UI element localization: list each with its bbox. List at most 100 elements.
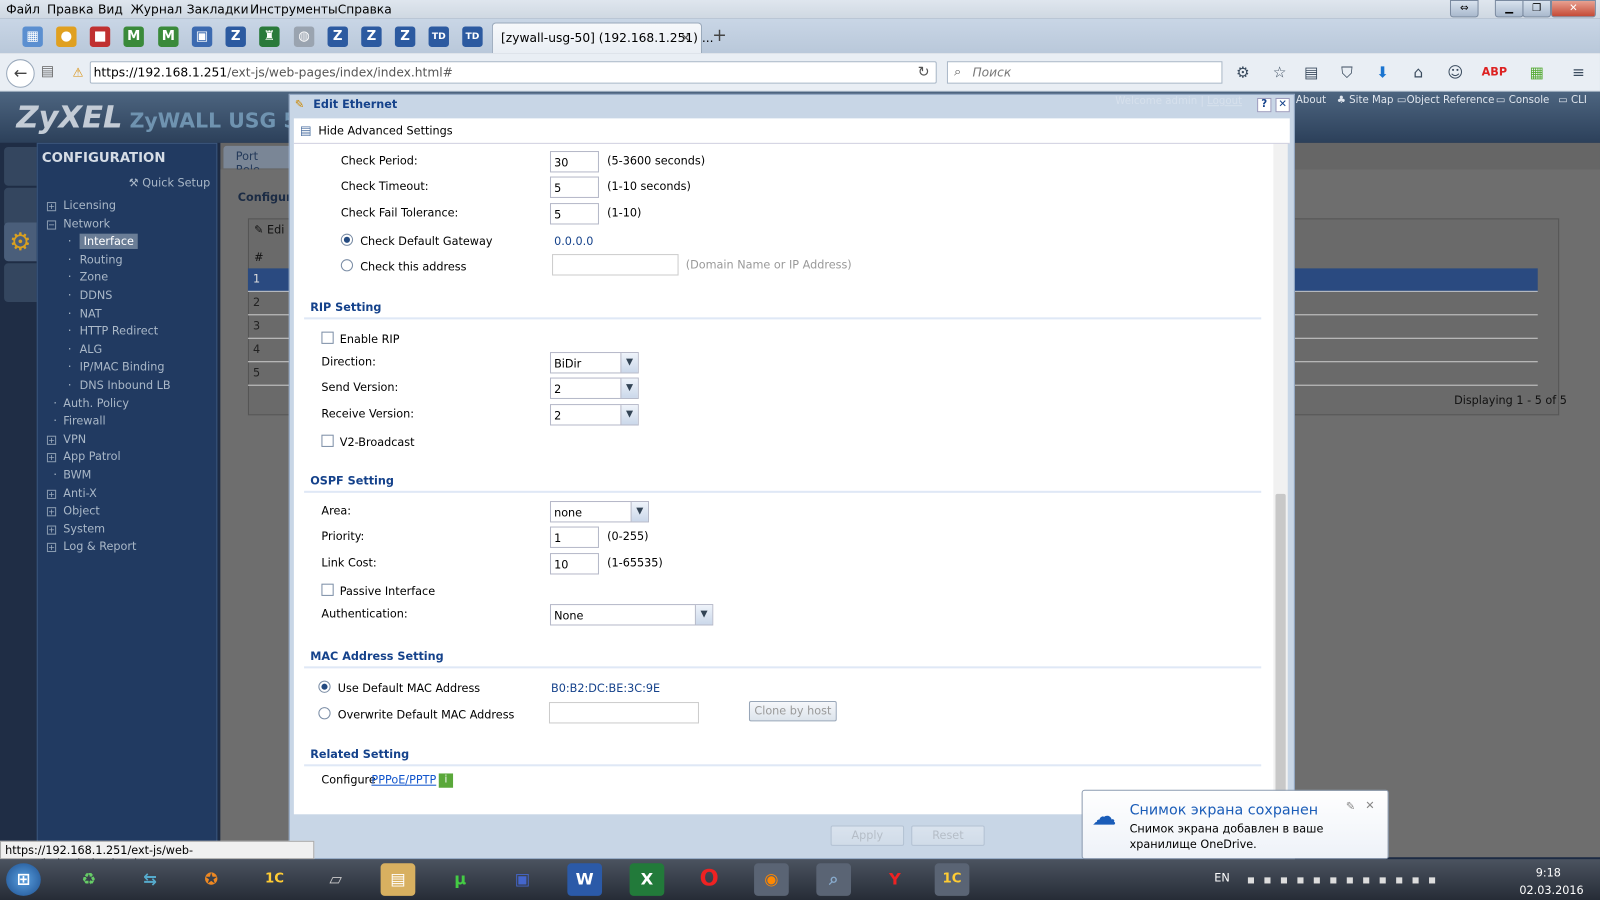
scrollbar-thumb[interactable] xyxy=(1275,493,1286,800)
chevron-down-icon[interactable]: ▼ xyxy=(694,605,713,625)
sidebar-item-dns-inbound-lb[interactable]: · DNS Inbound LB xyxy=(47,379,171,392)
app-tab-icon[interactable]: ■ xyxy=(89,26,111,47)
opera-icon[interactable]: O xyxy=(692,863,727,896)
app-tab-icon[interactable]: M xyxy=(123,26,144,47)
download-icon[interactable]: ⬇ xyxy=(1373,63,1391,81)
help-icon[interactable]: ? xyxy=(1257,97,1272,113)
menu-help[interactable]: Справка xyxy=(338,2,392,16)
app-icon[interactable]: ✪ xyxy=(194,863,229,896)
sidebar-item-ip-mac-binding[interactable]: · IP/MAC Binding xyxy=(47,361,165,374)
restore-tabs-icon[interactable]: ⇔ xyxy=(1449,0,1479,18)
check-address-input[interactable] xyxy=(552,254,679,276)
menu-history[interactable]: Журнал xyxy=(131,2,183,16)
monitor-tab-icon[interactable] xyxy=(4,187,37,227)
dialog-scrollbar[interactable] xyxy=(1273,143,1288,815)
expand-icon[interactable]: + xyxy=(46,453,57,463)
home-icon[interactable]: ⌂ xyxy=(1409,63,1427,81)
sidebar-item-interface[interactable]: · Interface xyxy=(47,233,139,250)
expand-icon[interactable]: + xyxy=(46,202,57,212)
pocket-icon[interactable]: ⛉ xyxy=(1338,63,1356,81)
top-link-object-reference[interactable]: ▭Object Reference xyxy=(1397,95,1495,106)
language-indicator[interactable]: EN xyxy=(1214,871,1229,884)
clock-time[interactable]: 9:18 xyxy=(1536,866,1561,879)
close-window-button[interactable]: ✕ xyxy=(1551,0,1596,18)
menu-file[interactable]: Файл xyxy=(6,2,40,16)
close-notification-icon[interactable]: ✕ xyxy=(1365,799,1374,812)
expand-icon[interactable]: + xyxy=(46,435,57,445)
use-default-mac-radio[interactable] xyxy=(318,680,331,693)
sidebar-item-system[interactable]: + System xyxy=(46,522,105,536)
menu-view[interactable]: Вид xyxy=(98,2,123,16)
quick-setup-link[interactable]: ⚒ Quick Setup xyxy=(129,177,211,190)
close-tab-icon[interactable]: ✕ xyxy=(681,31,691,45)
check-default-gateway-radio[interactable] xyxy=(340,233,354,246)
overwrite-mac-input[interactable] xyxy=(548,702,699,724)
chevron-down-icon[interactable]: ▼ xyxy=(620,353,638,373)
teamviewer-icon[interactable]: ⇆ xyxy=(133,863,168,896)
top-link-console[interactable]: ▭ Console xyxy=(1496,95,1549,106)
tray-icons[interactable]: ▪▪▪▪▪▪▪▪▪▪▪▪ xyxy=(1247,872,1445,886)
app-tab-icon[interactable]: Z xyxy=(225,26,246,47)
hide-advanced-settings-button[interactable]: Hide Advanced Settings xyxy=(318,124,452,137)
minimize-button[interactable]: ▁ xyxy=(1494,0,1524,18)
app-tab-icon[interactable]: ● xyxy=(56,26,77,47)
chevron-down-icon[interactable]: ▼ xyxy=(620,405,638,425)
app-tab-icon[interactable]: ▣ xyxy=(191,26,213,47)
app-tab-icon[interactable]: Z xyxy=(327,26,348,47)
collapse-icon[interactable]: − xyxy=(46,219,57,230)
link-cost-input[interactable]: 10 xyxy=(549,553,599,575)
utorrent-icon[interactable]: µ xyxy=(443,863,478,896)
app-tab-icon[interactable]: M xyxy=(158,26,179,47)
check-timeout-input[interactable]: 5 xyxy=(549,176,599,198)
sidebar-item-auth-policy[interactable]: · Auth. Policy xyxy=(47,397,129,410)
word-icon[interactable]: W xyxy=(567,863,603,896)
check-this-address-radio[interactable] xyxy=(340,259,354,272)
v2-broadcast-checkbox[interactable] xyxy=(321,434,334,447)
expand-icon[interactable]: + xyxy=(46,489,57,499)
priority-input[interactable]: 1 xyxy=(549,526,599,548)
sidebar-item-bwm[interactable]: · BWM xyxy=(47,468,91,481)
maximize-button[interactable]: ❐ xyxy=(1522,0,1552,18)
bookmark-star-icon[interactable]: ☆ xyxy=(1270,63,1288,81)
start-button[interactable]: ⊞ xyxy=(6,863,41,896)
sidebar-item-licensing[interactable]: + Licensing xyxy=(46,199,116,212)
expand-icon[interactable]: + xyxy=(46,507,57,517)
app-tab-icon[interactable]: Z xyxy=(361,26,382,47)
floppy-icon[interactable]: ▣ xyxy=(505,863,540,896)
enable-rip-checkbox[interactable] xyxy=(321,331,334,344)
top-link-site-map[interactable]: ♣ Site Map xyxy=(1337,95,1394,106)
back-button[interactable]: ← xyxy=(6,59,35,88)
edit-button[interactable]: ✎ Edi xyxy=(254,223,284,236)
expand-icon[interactable]: + xyxy=(46,543,57,553)
menu-bookmarks[interactable]: Закладки xyxy=(187,2,249,16)
sidebar-item-http-redirect[interactable]: · HTTP Redirect xyxy=(47,325,158,338)
sidebar-item-zone[interactable]: · Zone xyxy=(47,271,108,284)
sidebar-toggle-icon[interactable]: ▤ xyxy=(41,63,55,79)
sidebar-item-log-report[interactable]: + Log & Report xyxy=(46,540,136,553)
sidebar-item-nat[interactable]: · NAT xyxy=(47,307,102,320)
passive-interface-checkbox[interactable] xyxy=(321,583,334,596)
check-fail-tolerance-input[interactable]: 5 xyxy=(549,203,599,225)
apply-button[interactable]: Apply xyxy=(830,825,905,846)
menu-tools[interactable]: Инструменты xyxy=(250,2,338,16)
recycle-icon[interactable]: ♻ xyxy=(71,863,106,896)
top-link-cli[interactable]: ▭ CLI xyxy=(1558,95,1587,106)
yandex-icon[interactable]: Y xyxy=(878,863,913,896)
extension-icon[interactable]: ▦ xyxy=(1528,63,1546,81)
reload-icon[interactable]: ↻ xyxy=(918,64,930,80)
sidebar-item-anti-x[interactable]: + Anti-X xyxy=(46,486,97,500)
clock-date[interactable]: 02.03.2016 xyxy=(1519,884,1583,897)
send-version-select[interactable]: 2 ▼ xyxy=(549,377,639,399)
sidebar-item-object[interactable]: + Object xyxy=(46,504,100,518)
firefox-icon[interactable]: ◉ xyxy=(754,863,789,896)
search-input[interactable]: ⌕ Поиск xyxy=(946,61,1223,84)
settings-wrench-icon[interactable]: ✎ xyxy=(1346,800,1355,813)
direction-select[interactable]: BiDir ▼ xyxy=(549,352,639,374)
dashboard-tab-icon[interactable] xyxy=(4,146,37,186)
info-icon[interactable]: i xyxy=(438,773,454,788)
app-tab-icon[interactable]: TD xyxy=(462,26,483,47)
folder-icon[interactable]: ▤ xyxy=(380,863,416,896)
expand-icon[interactable]: + xyxy=(46,525,57,535)
close-dialog-icon[interactable]: ✕ xyxy=(1275,97,1290,113)
sidebar-item-alg[interactable]: · ALG xyxy=(47,343,102,356)
